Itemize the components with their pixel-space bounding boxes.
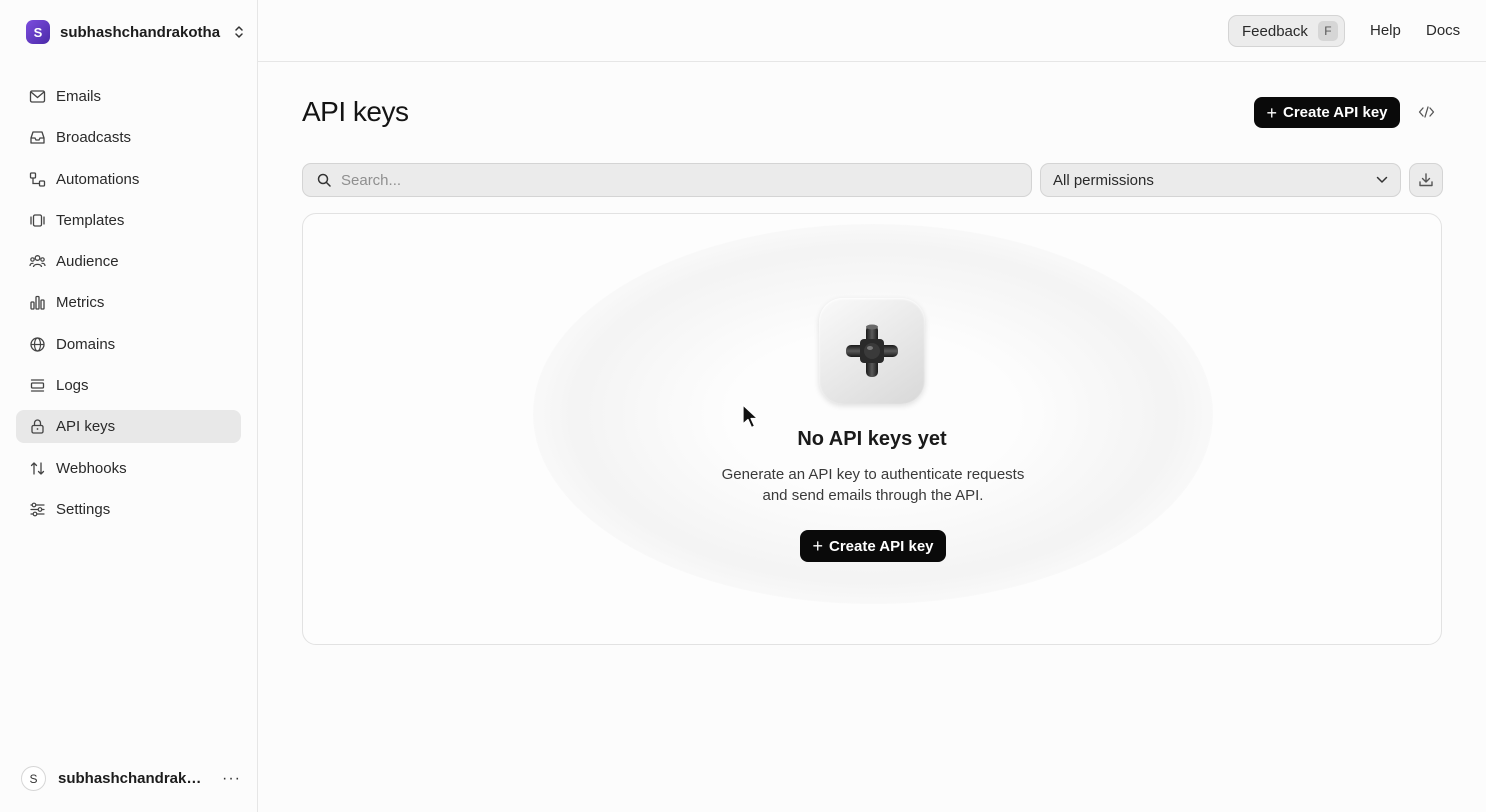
empty-state-description: Generate an API key to authenticate requ… — [721, 466, 1025, 504]
download-button[interactable] — [1409, 163, 1443, 197]
mail-icon — [29, 90, 46, 103]
topbar: Feedback F Help Docs — [258, 0, 1486, 62]
search-field[interactable] — [302, 163, 1032, 197]
sidebar-item-label: Automations — [56, 170, 140, 188]
search-input[interactable] — [341, 171, 981, 189]
logs-icon — [30, 379, 45, 392]
permissions-select-value: All permissions — [1053, 171, 1154, 189]
chevron-down-icon — [1376, 176, 1388, 183]
templates-icon — [30, 214, 45, 227]
help-link[interactable]: Help — [1370, 22, 1401, 39]
sidebar-nav: Emails Broadcasts Automations Templates … — [16, 80, 241, 534]
avatar: S — [21, 766, 46, 791]
plus-icon: + — [1266, 102, 1277, 123]
lock-icon — [31, 419, 44, 435]
sidebar-item-label: API keys — [56, 418, 116, 436]
create-api-key-label: Create API key — [1283, 104, 1388, 121]
shortcut-badge: F — [1317, 21, 1338, 41]
empty-create-api-key-label: Create API key — [829, 537, 934, 555]
globe-icon — [30, 337, 45, 352]
arrows-icon — [30, 462, 45, 475]
sidebar-item-label: Metrics — [56, 294, 105, 312]
sidebar-item-settings[interactable]: Settings — [16, 493, 241, 526]
team-avatar: S — [26, 20, 50, 44]
sidebar-item-webhooks[interactable]: Webhooks — [16, 452, 241, 485]
sidebar-item-metrics[interactable]: Metrics — [16, 286, 241, 319]
sidebar-item-label: Logs — [56, 377, 89, 395]
sidebar-item-label: Templates — [56, 211, 125, 229]
sidebar: S subhashchandrakotha Emails Broadcasts … — [0, 0, 258, 812]
mouse-cursor-icon — [742, 404, 759, 429]
bar-chart-icon — [30, 296, 45, 311]
team-name: subhashchandrakotha — [60, 23, 221, 41]
empty-state: No API keys yet Generate an API key to a… — [302, 213, 1442, 645]
users-icon — [29, 255, 46, 268]
permissions-select[interactable]: All permissions — [1040, 163, 1401, 197]
download-icon — [1419, 173, 1433, 187]
empty-create-api-key-button[interactable]: + Create API key — [800, 530, 946, 562]
sidebar-item-label: Emails — [56, 88, 102, 105]
sidebar-item-label: Broadcasts — [56, 129, 132, 147]
sidebar-item-label: Webhooks — [56, 459, 127, 477]
team-switcher[interactable]: S subhashchandrakotha — [26, 20, 244, 44]
sidebar-item-label: Settings — [56, 500, 111, 518]
automation-icon — [29, 171, 46, 187]
api-key-icon — [819, 298, 925, 404]
sidebar-item-api-keys[interactable]: API keys — [16, 410, 241, 444]
inbox-icon — [30, 131, 45, 144]
search-icon — [317, 173, 331, 187]
user-name: subhashchandrakotha — [58, 770, 210, 787]
chevron-up-down-icon — [235, 26, 243, 38]
more-icon[interactable]: ··· — [222, 770, 241, 788]
sliders-icon — [30, 502, 45, 517]
sidebar-item-emails[interactable]: Emails — [16, 80, 241, 113]
sidebar-item-broadcasts[interactable]: Broadcasts — [16, 121, 241, 154]
empty-state-title: No API keys yet — [797, 428, 947, 450]
sidebar-item-domains[interactable]: Domains — [16, 328, 241, 361]
code-icon[interactable] — [1413, 100, 1439, 124]
sidebar-item-label: Audience — [56, 253, 119, 271]
docs-link[interactable]: Docs — [1426, 22, 1460, 39]
create-api-key-button[interactable]: + Create API key — [1254, 97, 1400, 128]
feedback-button[interactable]: Feedback F — [1228, 15, 1345, 47]
sidebar-item-templates[interactable]: Templates — [16, 204, 241, 237]
page-title: API keys — [302, 96, 409, 127]
sidebar-item-label: Domains — [56, 335, 116, 353]
plus-icon: + — [812, 536, 823, 556]
user-menu[interactable]: S subhashchandrakotha ··· — [21, 766, 241, 791]
sidebar-item-logs[interactable]: Logs — [16, 369, 241, 402]
sidebar-item-audience[interactable]: Audience — [16, 245, 241, 278]
feedback-label: Feedback — [1242, 22, 1308, 40]
sidebar-item-automations[interactable]: Automations — [16, 163, 241, 196]
